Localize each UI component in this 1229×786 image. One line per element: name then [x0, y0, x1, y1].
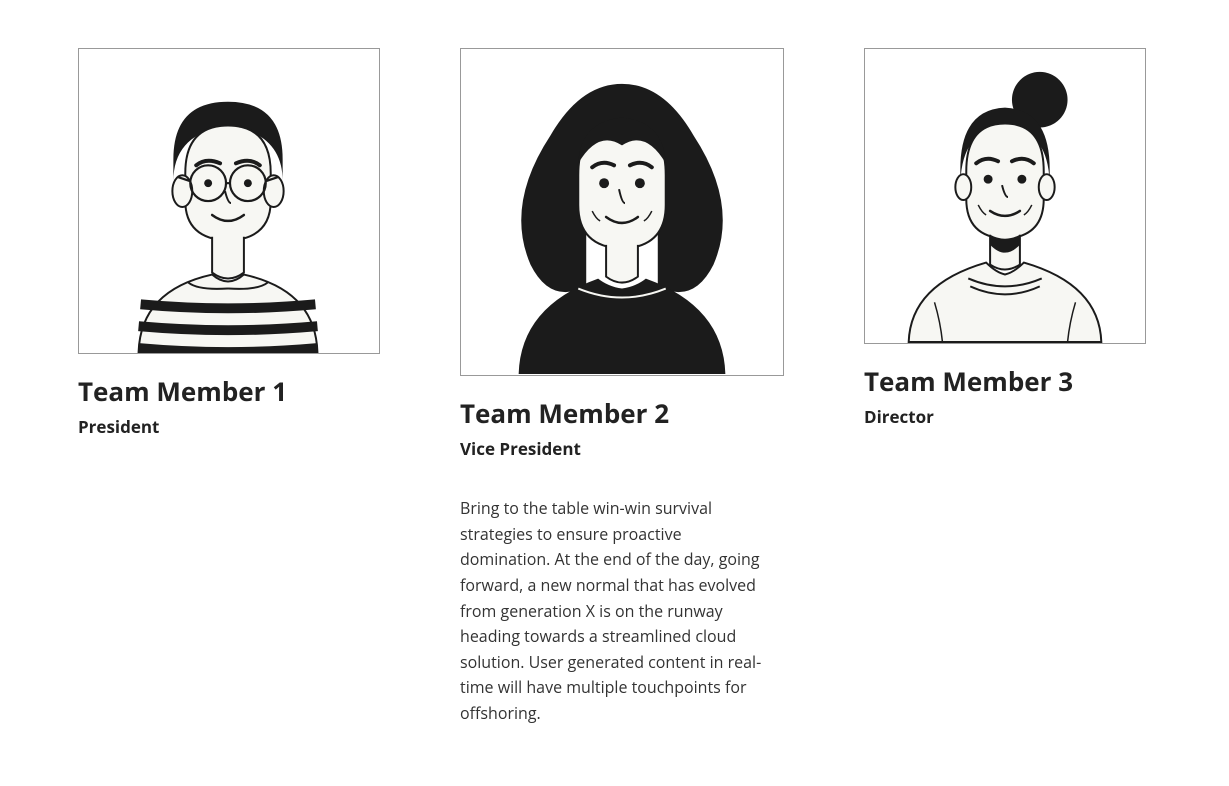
avatar-illustration-2: [461, 55, 783, 375]
team-card-1: Team Member 1 President: [78, 48, 380, 474]
member-title: Director: [864, 405, 1151, 428]
avatar-illustration-3: [865, 59, 1145, 343]
member-name: Team Member 1: [78, 376, 380, 407]
avatar-illustration-1: [79, 63, 379, 353]
member-bio: Bring to the table win-win survival stra…: [460, 496, 770, 726]
avatar-frame-2: [460, 48, 784, 376]
avatar-frame-3: [864, 48, 1146, 344]
member-title: President: [78, 415, 380, 438]
team-grid: Team Member 1 President: [78, 48, 1151, 727]
member-title: Vice President: [460, 437, 784, 460]
team-card-3: Team Member 3 Director: [864, 48, 1151, 464]
member-name: Team Member 2: [460, 398, 784, 429]
member-name: Team Member 3: [864, 366, 1151, 397]
team-card-2: Team Member 2 Vice President Bring to th…: [460, 48, 784, 727]
avatar-frame-1: [78, 48, 380, 354]
